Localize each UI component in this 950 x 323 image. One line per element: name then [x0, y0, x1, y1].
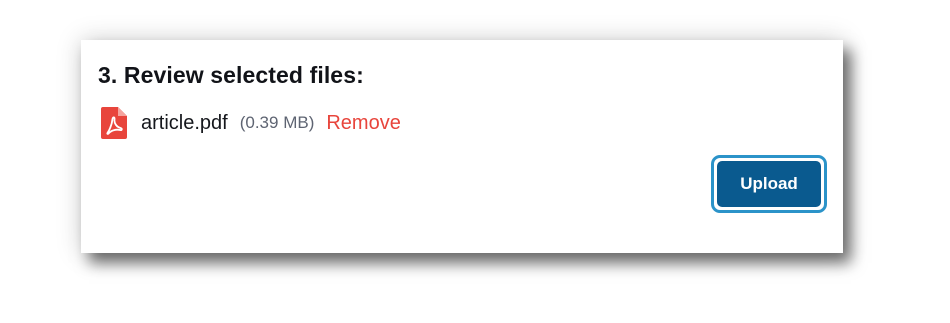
page: 3. Review selected files: article.pdf (0…: [0, 0, 950, 323]
remove-file-link[interactable]: Remove: [326, 112, 400, 135]
section-heading: 3. Review selected files:: [98, 62, 364, 88]
upload-button[interactable]: Upload: [711, 155, 827, 213]
review-files-card: 3. Review selected files: article.pdf (0…: [81, 40, 843, 253]
file-size: (0.39 MB): [239, 113, 315, 132]
file-list-item: article.pdf (0.39 MB) Remove: [101, 107, 401, 139]
pdf-file-icon: [101, 107, 127, 139]
file-name: article.pdf: [141, 111, 228, 134]
upload-button-label: Upload: [717, 161, 821, 207]
